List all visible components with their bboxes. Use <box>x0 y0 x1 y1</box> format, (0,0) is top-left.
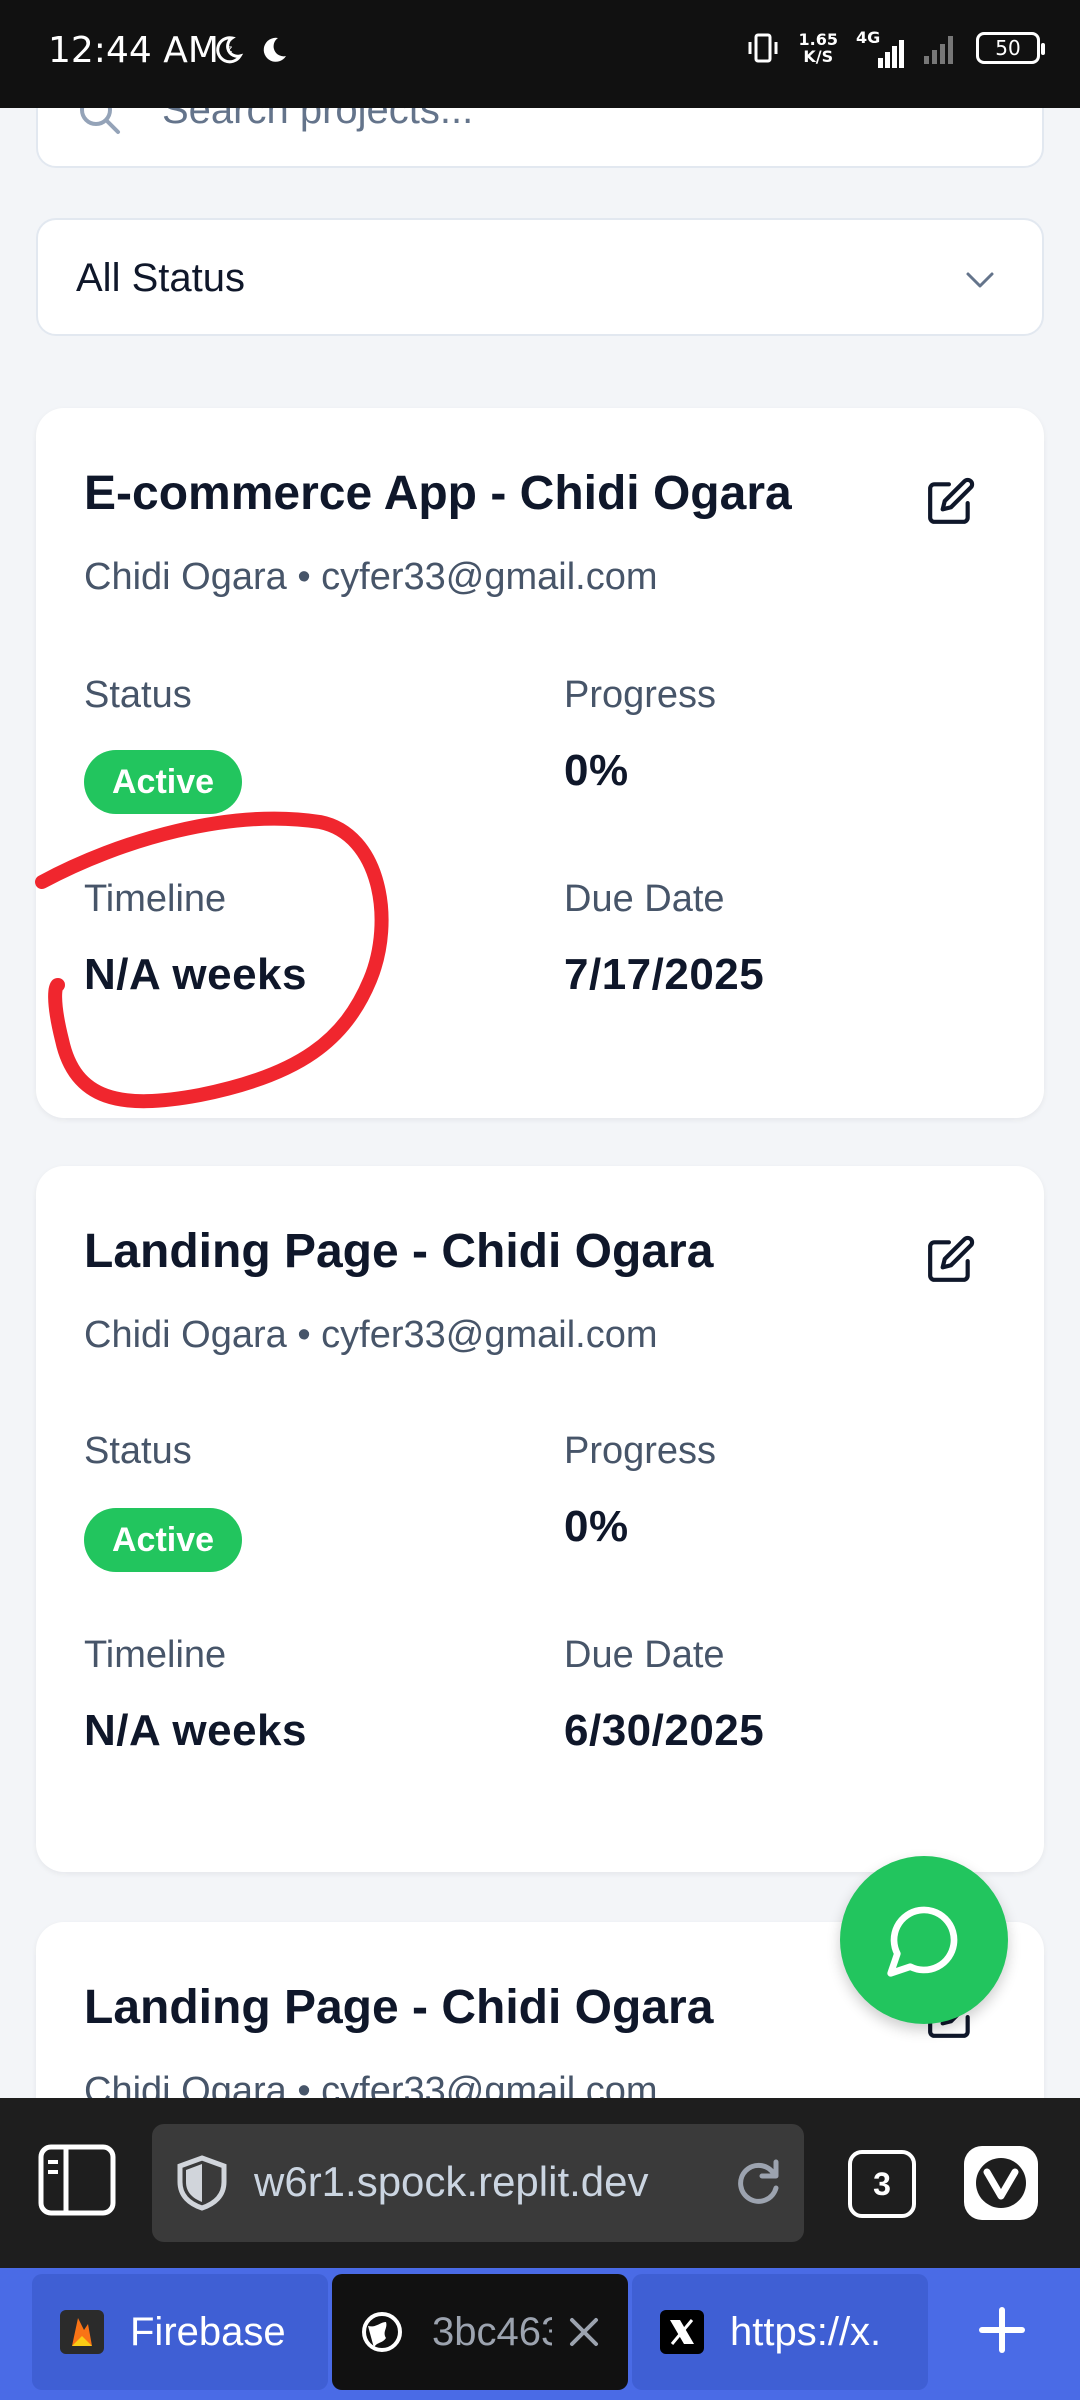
progress-label: Progress <box>564 1430 717 1472</box>
search-icon <box>80 108 120 134</box>
x-logo-icon <box>660 2310 704 2354</box>
status-label: Status <box>84 1430 192 1472</box>
project-card[interactable]: Landing Page - Chidi Ogara Chidi Ogara •… <box>36 1166 1044 1872</box>
edit-icon[interactable] <box>926 1234 976 1284</box>
project-client: Chidi Ogara • cyfer33@gmail.com <box>84 1314 658 1356</box>
svg-text:z: z <box>227 44 232 55</box>
signal-weak-icon <box>924 36 953 64</box>
edit-icon[interactable] <box>926 476 976 526</box>
tab-label: 3bc463 <box>432 2310 552 2354</box>
project-title: E-commerce App - Chidi Ogara <box>84 467 792 520</box>
project-title: Landing Page - Chidi Ogara <box>84 1981 714 2034</box>
search-placeholder: Search projects... <box>162 108 474 132</box>
search-input[interactable]: Search projects... <box>36 108 1044 168</box>
chat-button[interactable] <box>840 1856 1008 2024</box>
due-date-label: Due Date <box>564 1634 725 1676</box>
url-text: w6r1.spock.replit.dev <box>254 2158 649 2205</box>
reload-icon[interactable] <box>730 2154 786 2210</box>
project-card[interactable]: E-commerce App - Chidi Ogara Chidi Ogara… <box>36 408 1044 1118</box>
progress-value: 0% <box>564 746 629 795</box>
tab-label: https://x. <box>730 2310 882 2354</box>
project-client: Chidi Ogara • cyfer33@gmail.com <box>84 556 658 598</box>
due-date-value: 7/17/2025 <box>564 950 765 999</box>
status-badge: Active <box>84 1508 243 1572</box>
chat-bubble-icon <box>887 1906 958 1977</box>
vivaldi-logo-icon <box>976 2158 1026 2208</box>
progress-label: Progress <box>564 674 717 716</box>
bedtime-mode-icon: z <box>216 36 244 64</box>
status-label: Status <box>84 674 192 716</box>
page-content: Search projects... All Status E-commerce… <box>0 108 1080 2098</box>
status-filter-value: All Status <box>76 256 245 300</box>
status-bar: 12:44 AM z 1.65 K/S 4G 50 <box>0 0 1080 108</box>
tab-label: Firebase <box>130 2310 286 2354</box>
browser-tab-strip: Firebase 3bc463 https://x. <box>0 2268 1080 2400</box>
due-date-value: 6/30/2025 <box>564 1706 765 1755</box>
tab-x[interactable]: https://x. <box>632 2274 928 2390</box>
timeline-value: N/A weeks <box>84 950 307 999</box>
tab-firebase[interactable]: Firebase <box>32 2274 328 2390</box>
status-filter-select[interactable]: All Status <box>36 218 1044 336</box>
vivaldi-menu-button[interactable] <box>964 2146 1038 2220</box>
status-time: 12:44 AM <box>48 30 219 71</box>
timeline-label: Timeline <box>84 878 227 920</box>
vibrate-icon <box>748 33 778 63</box>
do-not-disturb-moon-icon <box>263 37 286 62</box>
address-bar[interactable]: w6r1.spock.replit.dev <box>152 2124 804 2242</box>
firebase-icon <box>60 2310 104 2354</box>
project-client: Chidi Ogara • cyfer33@gmail.com <box>84 2070 658 2098</box>
progress-value: 0% <box>564 1502 629 1551</box>
timeline-value: N/A weeks <box>84 1706 307 1755</box>
timeline-label: Timeline <box>84 1634 227 1676</box>
globe-icon <box>362 2312 402 2352</box>
chevron-down-icon <box>966 272 994 288</box>
tab-count-button[interactable]: 3 <box>848 2150 916 2218</box>
browser-toolbar: w6r1.spock.replit.dev 3 <box>0 2098 1080 2268</box>
due-date-label: Due Date <box>564 878 725 920</box>
sidebar-panel-icon[interactable] <box>38 2144 116 2216</box>
battery-indicator: 50 <box>976 32 1045 64</box>
signal-4g-icon: 4G <box>856 28 904 68</box>
new-tab-plus-icon[interactable] <box>976 2304 1028 2356</box>
project-title: Landing Page - Chidi Ogara <box>84 1225 714 1278</box>
status-badge: Active <box>84 750 243 814</box>
close-tab-icon[interactable] <box>564 2312 604 2352</box>
tab-replit[interactable]: 3bc463 <box>332 2274 628 2390</box>
network-speed: 1.65 K/S <box>798 30 838 66</box>
shield-icon[interactable] <box>174 2154 230 2212</box>
